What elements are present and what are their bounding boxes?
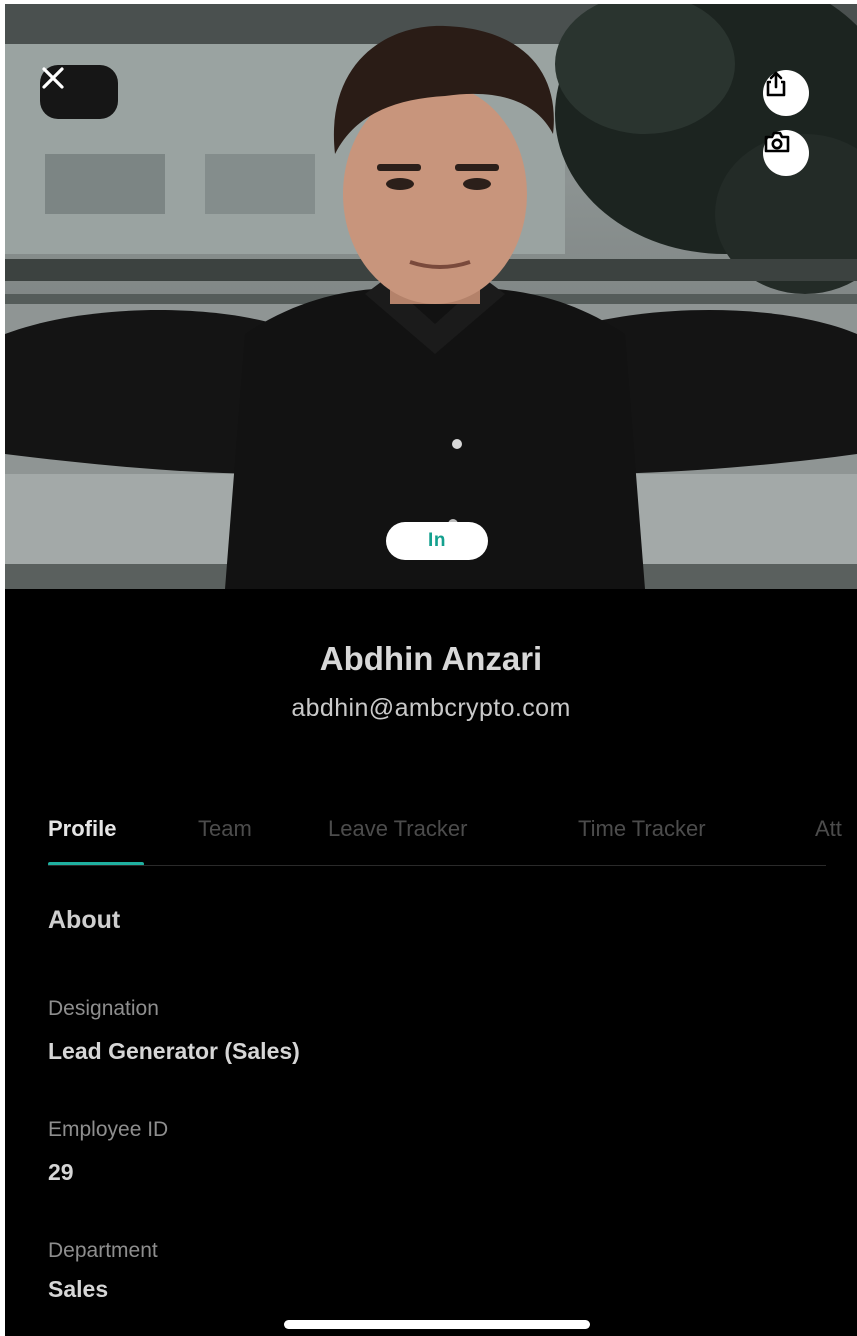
tabs-divider — [48, 865, 826, 866]
employee-email[interactable]: abdhin@ambcrypto.com — [5, 694, 857, 723]
designation-value: Lead Generator (Sales) — [48, 1038, 300, 1064]
employee-name: Abdhin Anzari — [319, 640, 543, 677]
tab-profile[interactable]: Profile — [48, 816, 116, 842]
share-button[interactable] — [763, 70, 809, 116]
share-icon — [766, 71, 786, 97]
home-indicator[interactable] — [284, 1320, 590, 1329]
designation-label: Designation — [48, 997, 159, 1020]
profile-photo[interactable]: In — [5, 4, 857, 589]
employee-id-label: Employee ID — [48, 1118, 169, 1141]
department-value: Sales — [48, 1276, 109, 1302]
tab-time-tracker[interactable]: Time Tracker — [578, 816, 706, 842]
tab-team[interactable]: Team — [198, 816, 252, 842]
screen: In Abdhin Anzari abdhin@ambcrypto.com Pr… — [0, 0, 857, 1336]
close-button[interactable] — [40, 65, 118, 119]
profile-screen: In Abdhin Anzari abdhin@ambcrypto.com Pr… — [5, 4, 857, 1336]
department-label: Department — [48, 1239, 158, 1262]
profile-photo-illustration — [5, 4, 857, 589]
about-heading: About — [48, 906, 121, 934]
tab-leave-tracker[interactable]: Leave Tracker — [328, 816, 467, 842]
camera-button[interactable] — [763, 130, 809, 176]
profile-tabs: Profile Team Leave Tracker Time Tracker … — [48, 816, 857, 868]
status-badge: In — [386, 522, 488, 560]
tab-attendance[interactable]: Att — [815, 816, 842, 842]
close-icon — [42, 67, 64, 89]
status-label: In — [428, 530, 446, 551]
employee-id-value: 29 — [48, 1159, 74, 1185]
camera-icon — [764, 131, 790, 153]
